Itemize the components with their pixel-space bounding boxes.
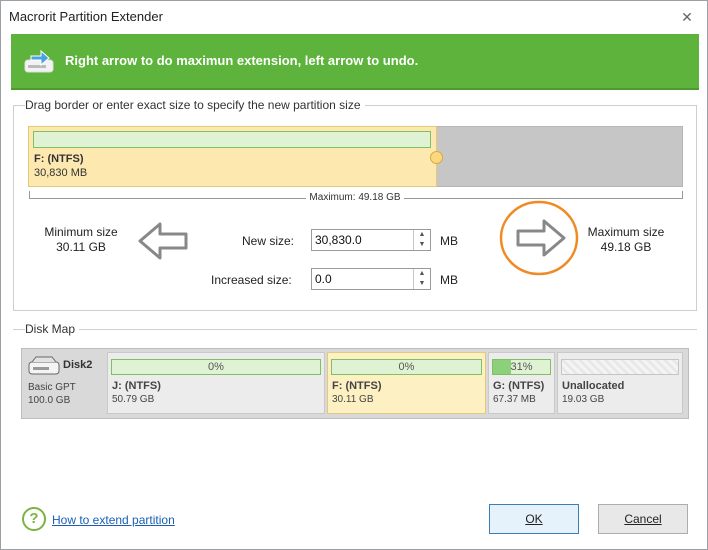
dialog-window: Macrorit Partition Extender ✕ Right arro…	[0, 0, 708, 550]
partition-name: G: (NTFS)	[493, 380, 545, 392]
partition-usage-text: 0%	[398, 361, 415, 373]
maximum-range-label: Maximum: 49.18 GB	[1, 192, 708, 203]
window-title: Macrorit Partition Extender	[9, 9, 163, 24]
disk-partition-f[interactable]: 0% F: (NTFS) 30.11 GB	[327, 352, 486, 414]
maximum-size-block: Maximum size 49.18 GB	[579, 225, 673, 255]
partition-usage-bar	[561, 359, 679, 375]
partition-usage-bar: 0%	[331, 359, 482, 375]
new-size-input[interactable]: 30,830.0 ▲ ▼	[311, 229, 431, 251]
partition-name: Unallocated	[562, 380, 625, 392]
increased-size-spinner: ▲ ▼	[413, 269, 430, 289]
resize-handle[interactable]	[430, 151, 443, 164]
spin-down-icon[interactable]: ▼	[414, 279, 430, 289]
partition-usage-text: 0%	[208, 361, 224, 373]
disk-name: Disk2	[63, 359, 93, 371]
help-icon[interactable]: ?	[22, 507, 46, 531]
disk-extend-icon	[24, 49, 54, 73]
partition-size: 67.37 MB	[493, 394, 536, 405]
ok-button-label: OK	[525, 512, 543, 526]
cancel-button-label: Cancel	[624, 512, 662, 526]
hard-disk-icon	[28, 356, 60, 375]
disk-type: Basic GPT	[28, 382, 76, 393]
partition-bar-used	[33, 131, 431, 148]
maximum-size-value: 49.18 GB	[600, 240, 652, 254]
partition-name: J: (NTFS)	[112, 380, 161, 392]
spin-up-icon[interactable]: ▲	[414, 269, 430, 279]
partition-usage-text: 31%	[510, 361, 533, 373]
ok-button[interactable]: OK	[489, 504, 579, 534]
cancel-button[interactable]: Cancel	[598, 504, 688, 534]
partition-usage-fill	[493, 360, 511, 374]
partition-name: F: (NTFS)	[332, 380, 382, 392]
resize-group-title: Drag border or enter exact size to speci…	[25, 98, 365, 112]
instruction-banner: Right arrow to do maximun extension, lef…	[11, 34, 699, 90]
minimum-size-value: 30.11 GB	[56, 240, 106, 254]
close-icon[interactable]: ✕	[679, 9, 695, 25]
disk-map-title: Disk Map	[25, 322, 80, 336]
disk-partition-j[interactable]: 0% J: (NTFS) 50.79 GB	[107, 352, 325, 414]
spin-up-icon[interactable]: ▲	[414, 230, 430, 240]
maximum-range-text: Maximum: 49.18 GB	[306, 192, 404, 203]
minimum-size-block: Minimum size 30.11 GB	[31, 225, 131, 255]
arrow-left-icon[interactable]	[137, 220, 189, 262]
partition-size: 30.11 GB	[332, 394, 374, 405]
arrow-right-icon[interactable]	[498, 199, 580, 277]
banner-text: Right arrow to do maximun extension, lef…	[65, 53, 419, 68]
partition-bar-size: 30,830 MB	[34, 167, 88, 179]
partition-bar-name: F: (NTFS)	[34, 153, 84, 165]
disk-capacity: 100.0 GB	[28, 395, 71, 406]
increased-size-label: Increased size:	[211, 273, 292, 287]
increased-size-value: 0.0	[315, 272, 332, 286]
increased-size-input[interactable]: 0.0 ▲ ▼	[311, 268, 431, 290]
new-size-label: New size:	[242, 234, 295, 248]
partition-size: 19.03 GB	[562, 394, 605, 405]
partition-size: 50.79 GB	[112, 394, 155, 405]
minimum-size-label: Minimum size	[44, 225, 118, 239]
new-size-unit: MB	[440, 234, 458, 248]
increased-size-unit: MB	[440, 273, 458, 287]
new-size-value: 30,830.0	[315, 233, 362, 247]
disk-partition-unallocated[interactable]: Unallocated 19.03 GB	[557, 352, 683, 414]
help-link[interactable]: How to extend partition	[52, 513, 175, 527]
maximum-size-label: Maximum size	[587, 225, 665, 239]
title-bar: Macrorit Partition Extender ✕	[1, 1, 707, 34]
partition-usage-bar: 31%	[492, 359, 551, 375]
disk-map-separator	[13, 329, 697, 330]
new-size-spinner: ▲ ▼	[413, 230, 430, 250]
spin-down-icon[interactable]: ▼	[414, 240, 430, 250]
disk-partition-g[interactable]: 31% G: (NTFS) 67.37 MB	[488, 352, 555, 414]
partition-usage-bar: 0%	[111, 359, 321, 375]
